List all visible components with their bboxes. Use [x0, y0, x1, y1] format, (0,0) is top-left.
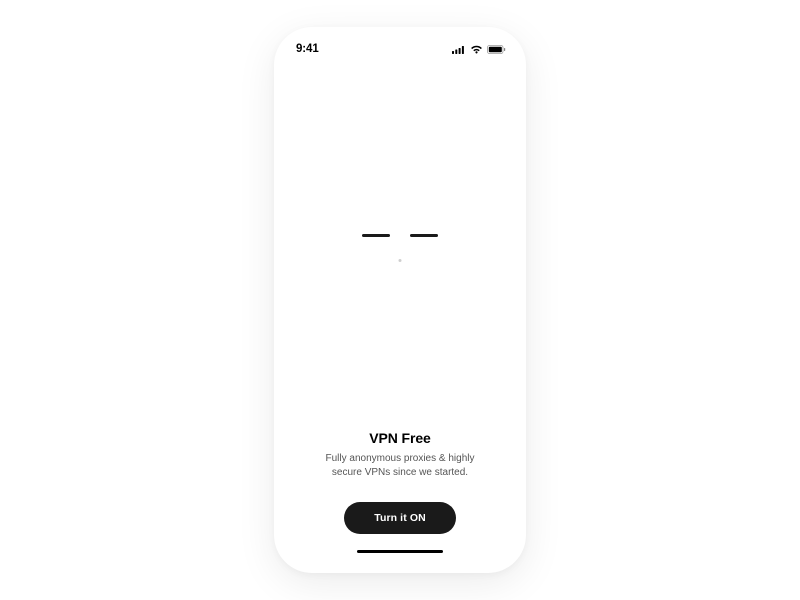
turn-on-button[interactable]: Turn it ON [344, 502, 456, 534]
illustration-area [274, 61, 526, 430]
page-title: VPN Free [300, 430, 500, 446]
status-bar: 9:41 [274, 27, 526, 61]
phone-frame: 9:41 [274, 27, 526, 573]
character-mouth-icon [399, 259, 402, 262]
eye-right-icon [410, 234, 438, 237]
content-section: VPN Free Fully anonymous proxies & highl… [274, 430, 526, 574]
character-eyes [362, 234, 438, 237]
status-indicators [452, 45, 506, 54]
battery-icon [487, 45, 506, 54]
status-time: 9:41 [296, 43, 319, 55]
wifi-icon [470, 45, 483, 54]
page-subtitle: Fully anonymous proxies & highly secure … [300, 452, 500, 480]
eye-left-icon [362, 234, 390, 237]
home-indicator[interactable] [357, 550, 443, 554]
cellular-signal-icon [452, 45, 466, 54]
